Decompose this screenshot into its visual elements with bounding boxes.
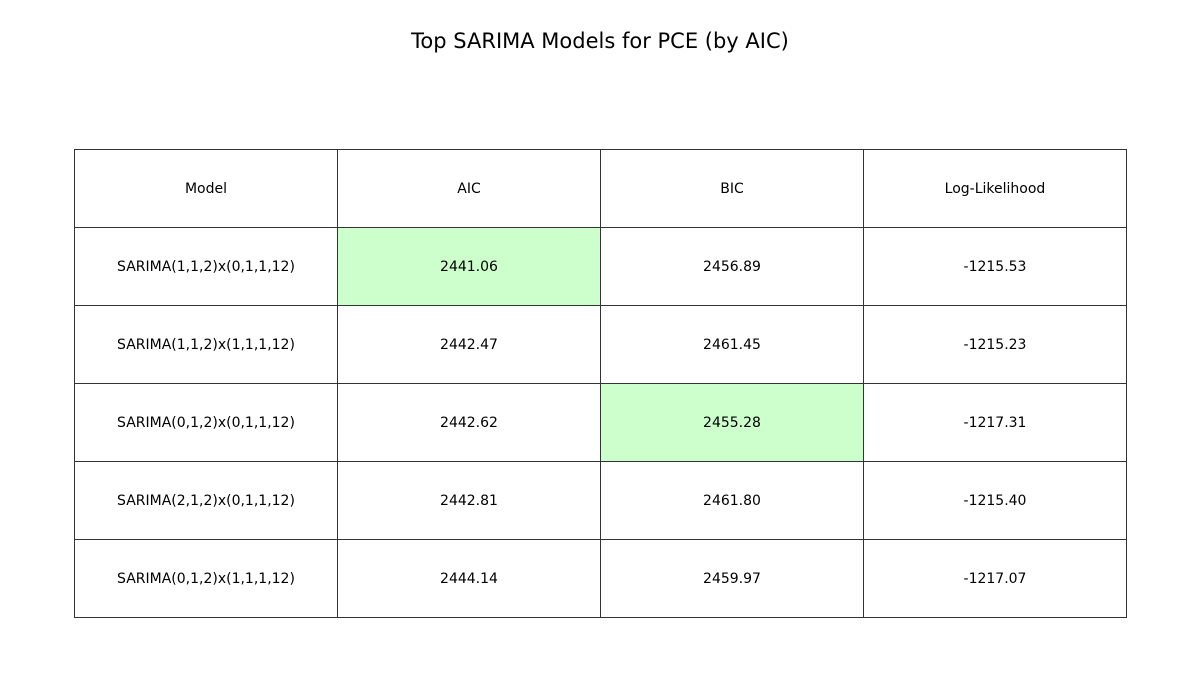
cell-bic: 2461.45 bbox=[600, 305, 864, 384]
cell-model: SARIMA(0,1,2)x(0,1,1,12) bbox=[74, 383, 338, 462]
header-aic: AIC bbox=[337, 149, 601, 228]
cell-log-likelihood: -1215.23 bbox=[863, 305, 1127, 384]
header-log-likelihood: Log-Likelihood bbox=[863, 149, 1127, 228]
cell-aic: 2441.06 bbox=[337, 227, 601, 306]
cell-log-likelihood: -1217.31 bbox=[863, 383, 1127, 462]
header-bic: BIC bbox=[600, 149, 864, 228]
cell-log-likelihood: -1217.07 bbox=[863, 539, 1127, 618]
table-row: SARIMA(1,1,2)x(0,1,1,12) 2441.06 2456.89… bbox=[74, 227, 1127, 306]
cell-bic: 2455.28 bbox=[600, 383, 864, 462]
cell-model: SARIMA(1,1,2)x(1,1,1,12) bbox=[74, 305, 338, 384]
cell-aic: 2442.62 bbox=[337, 383, 601, 462]
table-row: SARIMA(0,1,2)x(0,1,1,12) 2442.62 2455.28… bbox=[74, 383, 1127, 462]
cell-aic: 2442.81 bbox=[337, 461, 601, 540]
sarima-models-table: Model AIC BIC Log-Likelihood SARIMA(1,1,… bbox=[74, 149, 1127, 618]
cell-aic: 2444.14 bbox=[337, 539, 601, 618]
cell-bic: 2459.97 bbox=[600, 539, 864, 618]
table-row: SARIMA(1,1,2)x(1,1,1,12) 2442.47 2461.45… bbox=[74, 305, 1127, 384]
table-header-row: Model AIC BIC Log-Likelihood bbox=[74, 149, 1127, 228]
cell-aic: 2442.47 bbox=[337, 305, 601, 384]
table-row: SARIMA(2,1,2)x(0,1,1,12) 2442.81 2461.80… bbox=[74, 461, 1127, 540]
cell-log-likelihood: -1215.40 bbox=[863, 461, 1127, 540]
cell-bic: 2456.89 bbox=[600, 227, 864, 306]
cell-model: SARIMA(2,1,2)x(0,1,1,12) bbox=[74, 461, 338, 540]
header-model: Model bbox=[74, 149, 338, 228]
cell-bic: 2461.80 bbox=[600, 461, 864, 540]
cell-model: SARIMA(1,1,2)x(0,1,1,12) bbox=[74, 227, 338, 306]
cell-log-likelihood: -1215.53 bbox=[863, 227, 1127, 306]
cell-model: SARIMA(0,1,2)x(1,1,1,12) bbox=[74, 539, 338, 618]
chart-title: Top SARIMA Models for PCE (by AIC) bbox=[411, 29, 789, 53]
table-row: SARIMA(0,1,2)x(1,1,1,12) 2444.14 2459.97… bbox=[74, 539, 1127, 618]
